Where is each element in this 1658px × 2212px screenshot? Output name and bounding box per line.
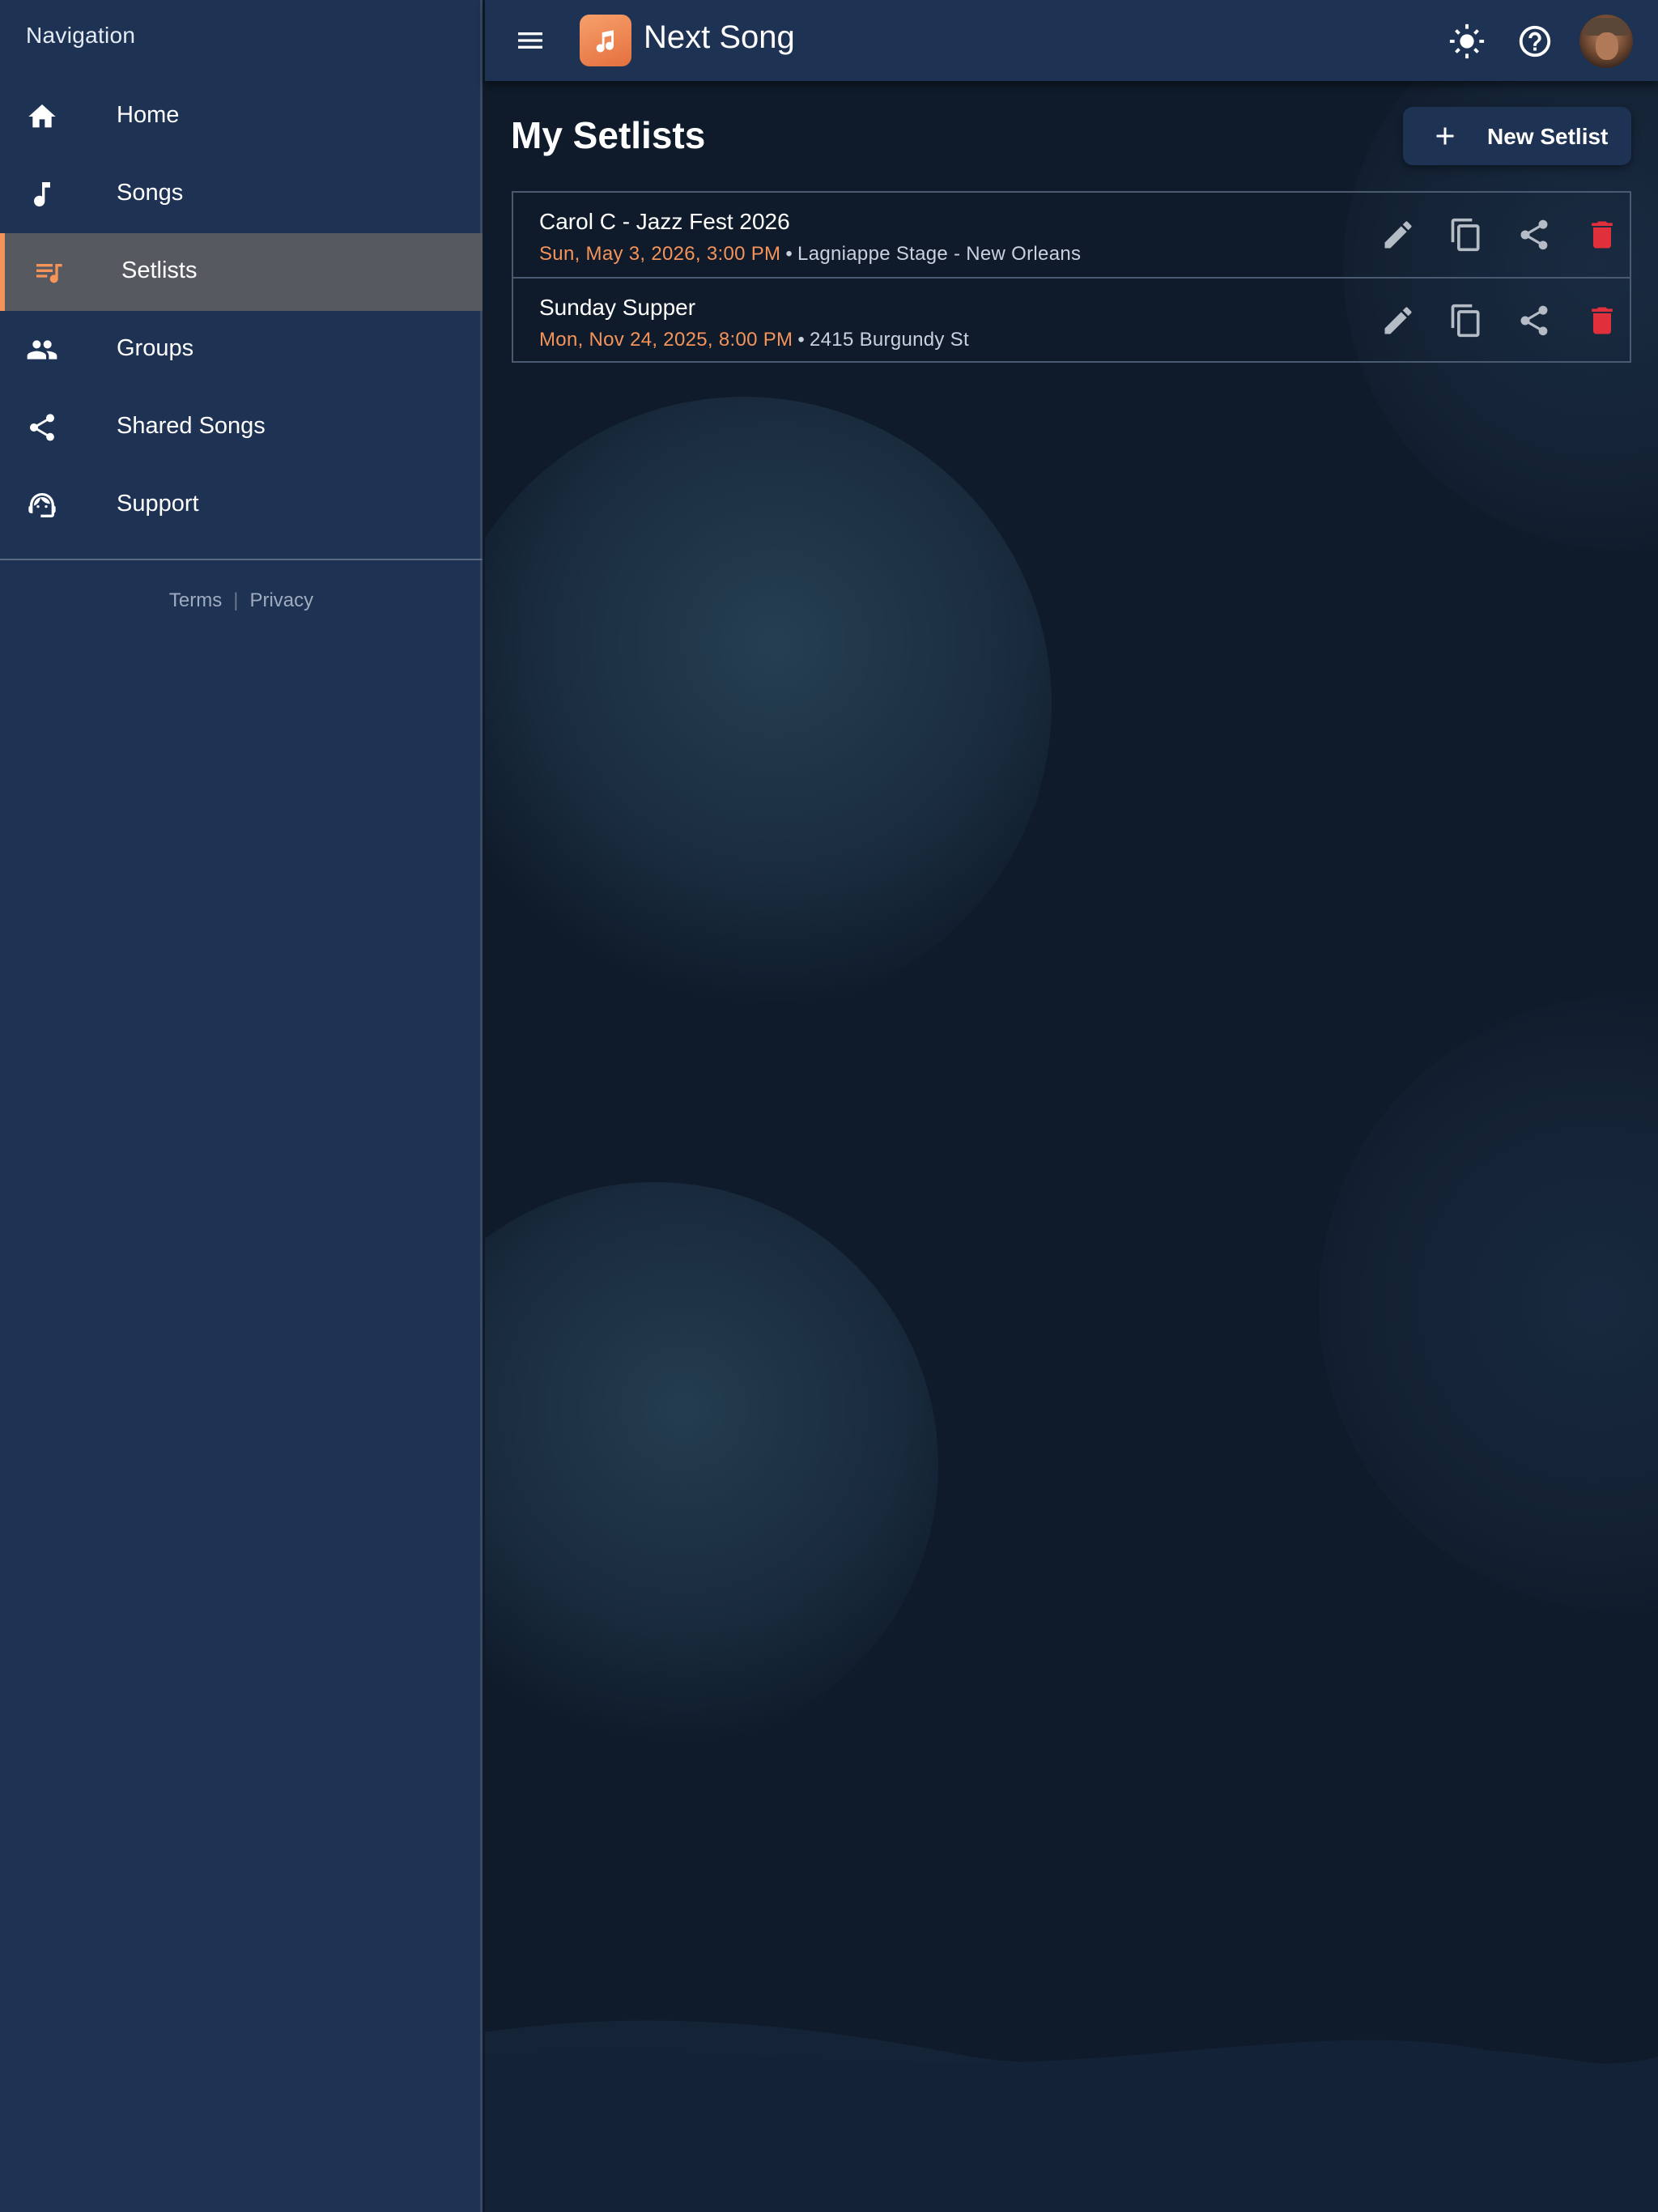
- new-setlist-label: New Setlist: [1487, 124, 1609, 149]
- detail-separator: •: [785, 243, 793, 265]
- setlist-list: Carol C - Jazz Fest 2026 Sun, May 3, 202…: [512, 191, 1631, 363]
- sidebar-item-setlists[interactable]: Setlists: [0, 233, 483, 311]
- sidebar-item-label: Songs: [117, 180, 184, 206]
- setlist-details: Mon, Nov 24, 2025, 8:00 PM • 2415 Burgundy…: [539, 329, 969, 351]
- sidebar-item-label: Home: [117, 102, 180, 128]
- background-orb: [485, 397, 1052, 1012]
- privacy-link[interactable]: Privacy: [249, 589, 313, 612]
- app-title: Next Song: [644, 19, 795, 55]
- app-bar: Next Song: [485, 0, 1658, 81]
- background-orb: [1319, 996, 1658, 1611]
- setlist-date: Sun, May 3, 2026, 3:00 PM: [539, 243, 781, 265]
- support-agent-icon: [26, 489, 58, 521]
- delete-icon[interactable]: [1584, 303, 1620, 338]
- setlist-title: Sunday Supper: [539, 295, 696, 320]
- app-logo-icon: [580, 15, 631, 66]
- sidebar-item-label: Shared Songs: [117, 413, 266, 439]
- terms-link[interactable]: Terms: [169, 589, 222, 612]
- plus-icon: [1431, 121, 1460, 151]
- setlist-venue: Lagniappe Stage - New Orleans: [797, 243, 1082, 265]
- nav-list: Home Songs Setlists Groups Shared Songs: [0, 78, 483, 544]
- help-icon[interactable]: [1516, 23, 1554, 60]
- sidebar-item-shared-songs[interactable]: Shared Songs: [0, 389, 483, 466]
- sidebar-item-label: Groups: [117, 335, 194, 361]
- new-setlist-button[interactable]: New Setlist: [1403, 107, 1631, 165]
- detail-separator: •: [797, 329, 806, 351]
- sidebar-divider: [0, 559, 483, 560]
- navigation-drawer: Navigation Home Songs Setlists Groups Sh…: [0, 0, 483, 2212]
- edit-icon[interactable]: [1380, 217, 1416, 253]
- menu-icon[interactable]: [514, 24, 546, 57]
- sidebar-item-support[interactable]: Support: [0, 466, 483, 544]
- theme-toggle-icon[interactable]: [1448, 23, 1486, 60]
- sidebar-item-songs[interactable]: Songs: [0, 155, 483, 233]
- navigation-title: Navigation: [26, 23, 136, 48]
- share-icon: [26, 411, 58, 444]
- main-content: My Setlists New Setlist Carol C - Jazz F…: [485, 81, 1658, 2212]
- playlist-music-icon: [32, 256, 65, 288]
- share-icon[interactable]: [1516, 303, 1552, 338]
- copy-icon[interactable]: [1448, 217, 1484, 253]
- music-note-icon: [26, 178, 58, 211]
- home-icon: [26, 100, 58, 133]
- sidebar-item-label: Setlists: [121, 257, 198, 283]
- setlist-title: Carol C - Jazz Fest 2026: [539, 209, 790, 234]
- setlist-date: Mon, Nov 24, 2025, 8:00 PM: [539, 329, 793, 351]
- setlist-row[interactable]: Carol C - Jazz Fest 2026 Sun, May 3, 202…: [513, 193, 1630, 277]
- copy-icon[interactable]: [1448, 303, 1484, 338]
- background-wave: [485, 2020, 1658, 2212]
- delete-icon[interactable]: [1584, 217, 1620, 253]
- setlist-row[interactable]: Sunday Supper Mon, Nov 24, 2025, 8:00 PM…: [513, 277, 1630, 361]
- avatar-face: [1596, 32, 1618, 60]
- share-icon[interactable]: [1516, 217, 1552, 253]
- sidebar-item-home[interactable]: Home: [0, 78, 483, 155]
- avatar[interactable]: [1579, 15, 1633, 68]
- sidebar-item-groups[interactable]: Groups: [0, 311, 483, 389]
- sidebar-item-label: Support: [117, 491, 199, 517]
- footer-separator: |: [233, 589, 239, 611]
- people-icon: [26, 334, 58, 366]
- setlist-venue: 2415 Burgundy St: [810, 329, 969, 351]
- background-orb: [485, 1182, 938, 1749]
- edit-icon[interactable]: [1380, 303, 1416, 338]
- setlist-details: Sun, May 3, 2026, 3:00 PM • Lagniappe Stag…: [539, 243, 1081, 266]
- footer-links: Terms | Privacy: [0, 589, 483, 612]
- page-title: My Setlists: [511, 114, 706, 156]
